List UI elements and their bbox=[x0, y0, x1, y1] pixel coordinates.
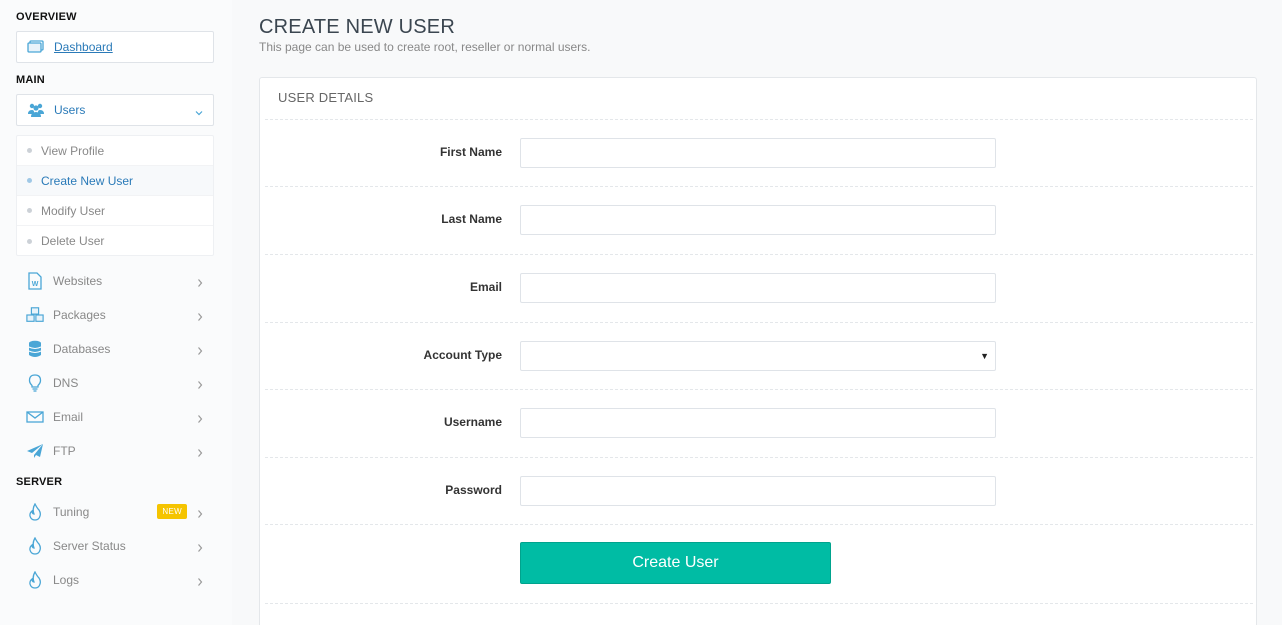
page-title: CREATE NEW USER bbox=[259, 16, 455, 38]
chevron-right-icon bbox=[196, 377, 204, 395]
panel-title: USER DETAILS bbox=[278, 90, 374, 105]
sidebar-item-email[interactable]: Email bbox=[16, 403, 214, 431]
sidebar-item-label: Email bbox=[53, 410, 84, 424]
sidebar-item-dashboard-label: Dashboard bbox=[54, 40, 113, 54]
bullet-icon bbox=[27, 208, 32, 213]
submenu-item-label: Create New User bbox=[41, 173, 134, 188]
submenu-item-label: Modify User bbox=[41, 203, 106, 218]
section-title-overview: OVERVIEW bbox=[16, 11, 77, 23]
submenu-item-create-new-user[interactable]: Create New User bbox=[17, 166, 213, 196]
password-input[interactable] bbox=[520, 476, 996, 506]
users-submenu: View Profile Create New User Modify User… bbox=[16, 135, 214, 256]
sidebar-item-label: Packages bbox=[53, 308, 106, 322]
submenu-item-modify-user[interactable]: Modify User bbox=[17, 196, 213, 226]
section-title-main: MAIN bbox=[16, 74, 45, 86]
caret-down-icon: ▼ bbox=[980, 351, 989, 361]
sidebar-item-label: Tuning bbox=[53, 505, 90, 519]
sidebar-item-label: DNS bbox=[53, 376, 79, 390]
user-details-panel: USER DETAILS First Name Last Name Email … bbox=[259, 77, 1257, 625]
sidebar-item-websites[interactable]: W Websites bbox=[16, 267, 214, 295]
submenu-item-delete-user[interactable]: Delete User bbox=[17, 226, 213, 256]
lightbulb-icon bbox=[26, 374, 44, 392]
database-icon bbox=[26, 340, 44, 358]
sidebar-item-label: Server Status bbox=[53, 539, 126, 553]
sidebar-item-label: Databases bbox=[53, 342, 111, 356]
chevron-down-icon bbox=[195, 104, 203, 122]
username-input[interactable] bbox=[520, 408, 996, 438]
monitor-icon bbox=[27, 38, 45, 56]
last-name-input[interactable] bbox=[520, 205, 996, 235]
divider bbox=[265, 524, 1253, 525]
account-type-select[interactable]: ▼ bbox=[520, 341, 996, 371]
sidebar-item-ftp[interactable]: FTP bbox=[16, 437, 214, 465]
sidebar-item-users[interactable]: Users bbox=[16, 94, 214, 126]
envelope-icon bbox=[26, 408, 44, 426]
divider bbox=[265, 457, 1253, 458]
chevron-right-icon bbox=[196, 275, 204, 293]
sidebar-item-label: Websites bbox=[53, 274, 103, 288]
username-label: Username bbox=[443, 415, 502, 429]
last-name-label: Last Name bbox=[441, 212, 502, 226]
sidebar-item-label: FTP bbox=[53, 444, 76, 458]
sidebar-item-packages[interactable]: Packages bbox=[16, 301, 214, 329]
sidebar-item-dns[interactable]: DNS bbox=[16, 369, 214, 397]
bullet-icon bbox=[27, 238, 32, 244]
first-name-input[interactable] bbox=[520, 138, 996, 168]
divider bbox=[265, 186, 1253, 187]
main-content: CREATE NEW USER This page can be used to… bbox=[232, 0, 1282, 625]
divider bbox=[265, 603, 1253, 604]
sidebar-item-label: Logs bbox=[53, 573, 80, 587]
sidebar-item-logs[interactable]: Logs bbox=[16, 566, 214, 594]
submenu-item-view-profile[interactable]: View Profile bbox=[17, 136, 213, 166]
chevron-right-icon bbox=[196, 445, 204, 463]
password-label: Password bbox=[445, 483, 502, 497]
fire-icon bbox=[26, 503, 44, 521]
chevron-right-icon bbox=[196, 506, 204, 524]
account-type-label: Account Type bbox=[423, 348, 502, 362]
svg-text:W: W bbox=[32, 281, 39, 288]
chevron-right-icon bbox=[196, 309, 204, 327]
submenu-item-label: Delete User bbox=[41, 234, 105, 248]
bullet-icon bbox=[27, 178, 32, 183]
submenu-item-label: View Profile bbox=[41, 143, 105, 158]
fire-icon bbox=[26, 571, 44, 589]
bullet-icon bbox=[27, 148, 32, 153]
page-subtitle: This page can be used to create root, re… bbox=[259, 40, 591, 54]
users-icon bbox=[27, 101, 45, 119]
sidebar-item-users-label: Users bbox=[54, 103, 86, 117]
chevron-right-icon bbox=[196, 343, 204, 361]
sidebar-item-dashboard[interactable]: Dashboard bbox=[16, 31, 214, 63]
divider bbox=[265, 322, 1253, 323]
divider bbox=[265, 119, 1253, 120]
paper-plane-icon bbox=[26, 442, 44, 460]
divider bbox=[265, 389, 1253, 390]
sidebar-item-tuning[interactable]: Tuning NEW bbox=[16, 498, 214, 526]
wordpress-file-icon: W bbox=[26, 272, 44, 290]
section-title-server: SERVER bbox=[16, 476, 63, 488]
sidebar-item-server-status[interactable]: Server Status bbox=[16, 532, 214, 560]
first-name-label: First Name bbox=[439, 145, 502, 159]
sidebar-item-databases[interactable]: Databases bbox=[16, 335, 214, 363]
cubes-icon bbox=[26, 306, 44, 324]
chevron-right-icon bbox=[196, 574, 204, 592]
divider bbox=[265, 254, 1253, 255]
create-user-button[interactable]: Create User bbox=[520, 542, 831, 584]
chevron-right-icon bbox=[196, 540, 204, 558]
new-badge: NEW bbox=[157, 504, 187, 519]
sidebar: OVERVIEW Dashboard MAIN Users View Profi… bbox=[0, 0, 232, 625]
email-label: Email bbox=[469, 280, 502, 294]
chevron-right-icon bbox=[196, 411, 204, 429]
fire-icon bbox=[26, 537, 44, 555]
email-input[interactable] bbox=[520, 273, 996, 303]
